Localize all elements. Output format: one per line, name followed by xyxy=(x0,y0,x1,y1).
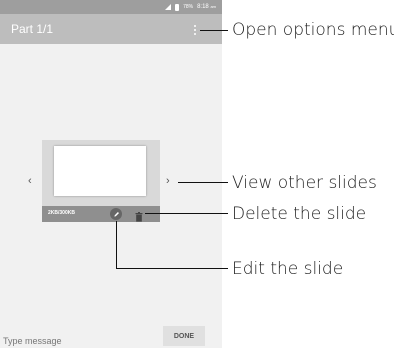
battery-percent: 78% xyxy=(183,4,194,10)
battery-icon xyxy=(175,3,180,11)
signal-icon xyxy=(165,4,172,10)
slide-toolbar: 2KB/300KB xyxy=(42,206,160,222)
page-title: Part 1/1 xyxy=(11,22,54,36)
edit-leader-horizontal xyxy=(116,268,228,269)
next-leader-line xyxy=(178,182,228,183)
callout-delete: Delete the slide xyxy=(232,204,367,224)
phone-screen: 78% 8:18 am Part 1/1 ‹ › 2KB/300KB DONE xyxy=(0,0,222,348)
slide-thumbnail[interactable] xyxy=(54,146,146,196)
slide-size-label: 2KB/300KB xyxy=(48,210,75,216)
callout-other-slides: View other slides xyxy=(232,173,377,193)
status-time: 8:18 am xyxy=(197,4,216,10)
menu-leader-line xyxy=(200,30,228,31)
chevron-right-icon[interactable]: › xyxy=(166,175,170,187)
trash-icon[interactable] xyxy=(135,209,143,222)
more-vert-icon[interactable] xyxy=(190,23,200,37)
callout-menu: Open options menu xyxy=(232,20,394,40)
edit-leader-vertical xyxy=(116,221,117,268)
pencil-icon[interactable] xyxy=(110,208,122,220)
message-input[interactable] xyxy=(3,335,123,347)
status-bar: 78% 8:18 am xyxy=(0,0,222,14)
done-button[interactable]: DONE xyxy=(163,326,205,346)
callout-edit: Edit the slide xyxy=(232,259,344,279)
message-composer: DONE xyxy=(0,318,222,348)
app-bar: Part 1/1 xyxy=(0,14,222,44)
chevron-left-icon[interactable]: ‹ xyxy=(28,175,32,187)
delete-leader-line xyxy=(145,213,228,214)
